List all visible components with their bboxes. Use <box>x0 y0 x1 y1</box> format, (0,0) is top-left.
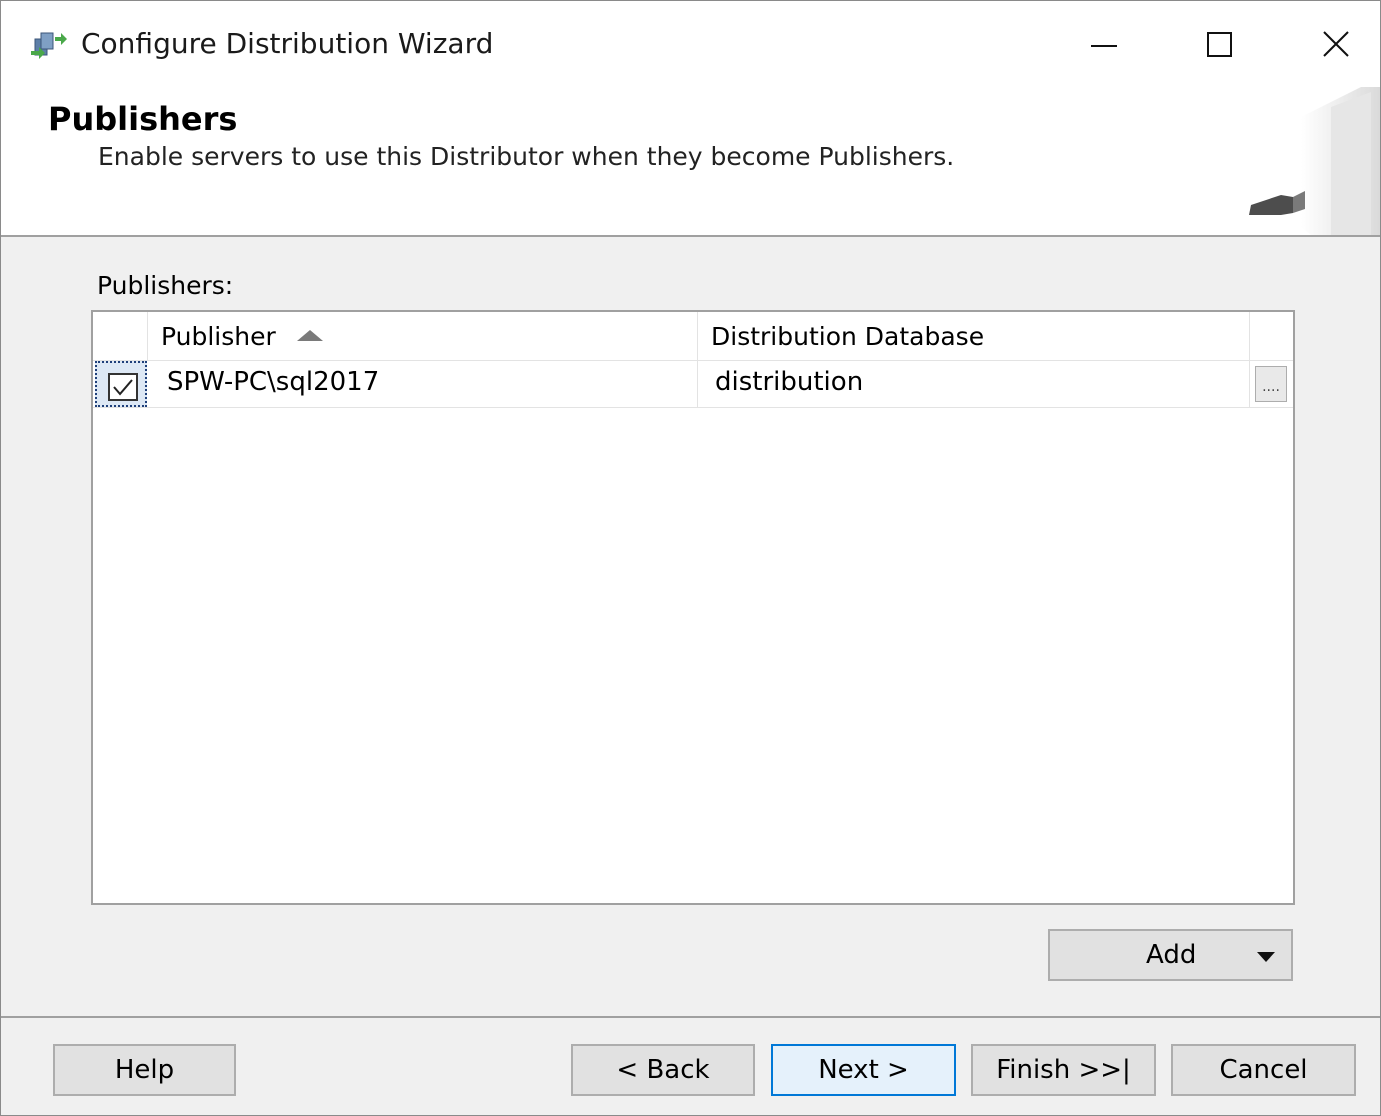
close-button[interactable] <box>1278 1 1380 87</box>
publishers-grid[interactable]: Publisher Distribution Database SPW-PC\s… <box>91 310 1295 905</box>
grid-header: Publisher Distribution Database <box>93 312 1293 408</box>
wizard-header: Publishers Enable servers to use this Di… <box>1 87 1380 237</box>
checkmark-icon <box>113 379 133 396</box>
close-icon <box>1323 31 1349 57</box>
publisher-enable-checkbox-cell[interactable] <box>95 361 147 407</box>
maximize-icon <box>1207 32 1232 57</box>
help-button[interactable]: Help <box>53 1044 236 1096</box>
publisher-name-cell[interactable]: SPW-PC\sql2017 <box>167 367 379 397</box>
distribution-database-cell[interactable]: distribution <box>715 367 863 397</box>
column-divider <box>147 312 148 360</box>
next-button-label: Next > <box>818 1055 909 1085</box>
wizard-window: Configure Distribution Wizard Publishers… <box>0 0 1381 1116</box>
minimize-button[interactable] <box>1046 1 1162 87</box>
server-graphic-icon <box>1249 87 1380 235</box>
page-title: Publishers <box>48 100 238 138</box>
title-bar[interactable]: Configure Distribution Wizard <box>1 1 1380 87</box>
browse-ellipsis-button[interactable]: .... <box>1255 366 1287 402</box>
publishers-list-label-text: Publishers: <box>97 271 234 300</box>
minimize-icon <box>1091 45 1117 47</box>
add-button-label: Add <box>1146 940 1197 970</box>
back-button[interactable]: < Back <box>571 1044 755 1096</box>
cancel-button-label: Cancel <box>1219 1055 1308 1085</box>
help-button-label: Help <box>114 1055 175 1085</box>
replication-wizard-icon <box>31 32 67 59</box>
add-publisher-button[interactable]: Add <box>1048 929 1293 981</box>
table-row[interactable]: SPW-PC\sql2017 distribution .... <box>93 361 1293 408</box>
cancel-button[interactable]: Cancel <box>1171 1044 1356 1096</box>
publisher-enable-checkbox[interactable] <box>108 373 138 401</box>
back-button-label: < Back <box>616 1055 710 1085</box>
window-title: Configure Distribution Wizard <box>81 27 494 60</box>
footer-divider <box>1 1016 1380 1018</box>
dropdown-arrow-icon <box>1257 952 1275 962</box>
publishers-list-label: Publishers: <box>97 271 233 300</box>
next-button[interactable]: Next > <box>771 1044 956 1096</box>
column-header-distribution-database-label: Distribution Database <box>711 322 985 351</box>
maximize-button[interactable] <box>1162 1 1278 87</box>
page-subtitle: Enable servers to use this Distributor w… <box>98 142 955 171</box>
browse-ellipsis-label: .... <box>1262 379 1280 395</box>
finish-button-label: Finish >>| <box>996 1055 1131 1085</box>
column-header-publisher-label: Publisher <box>161 322 276 351</box>
sort-ascending-icon <box>297 330 323 341</box>
finish-button[interactable]: Finish >>| <box>971 1044 1156 1096</box>
